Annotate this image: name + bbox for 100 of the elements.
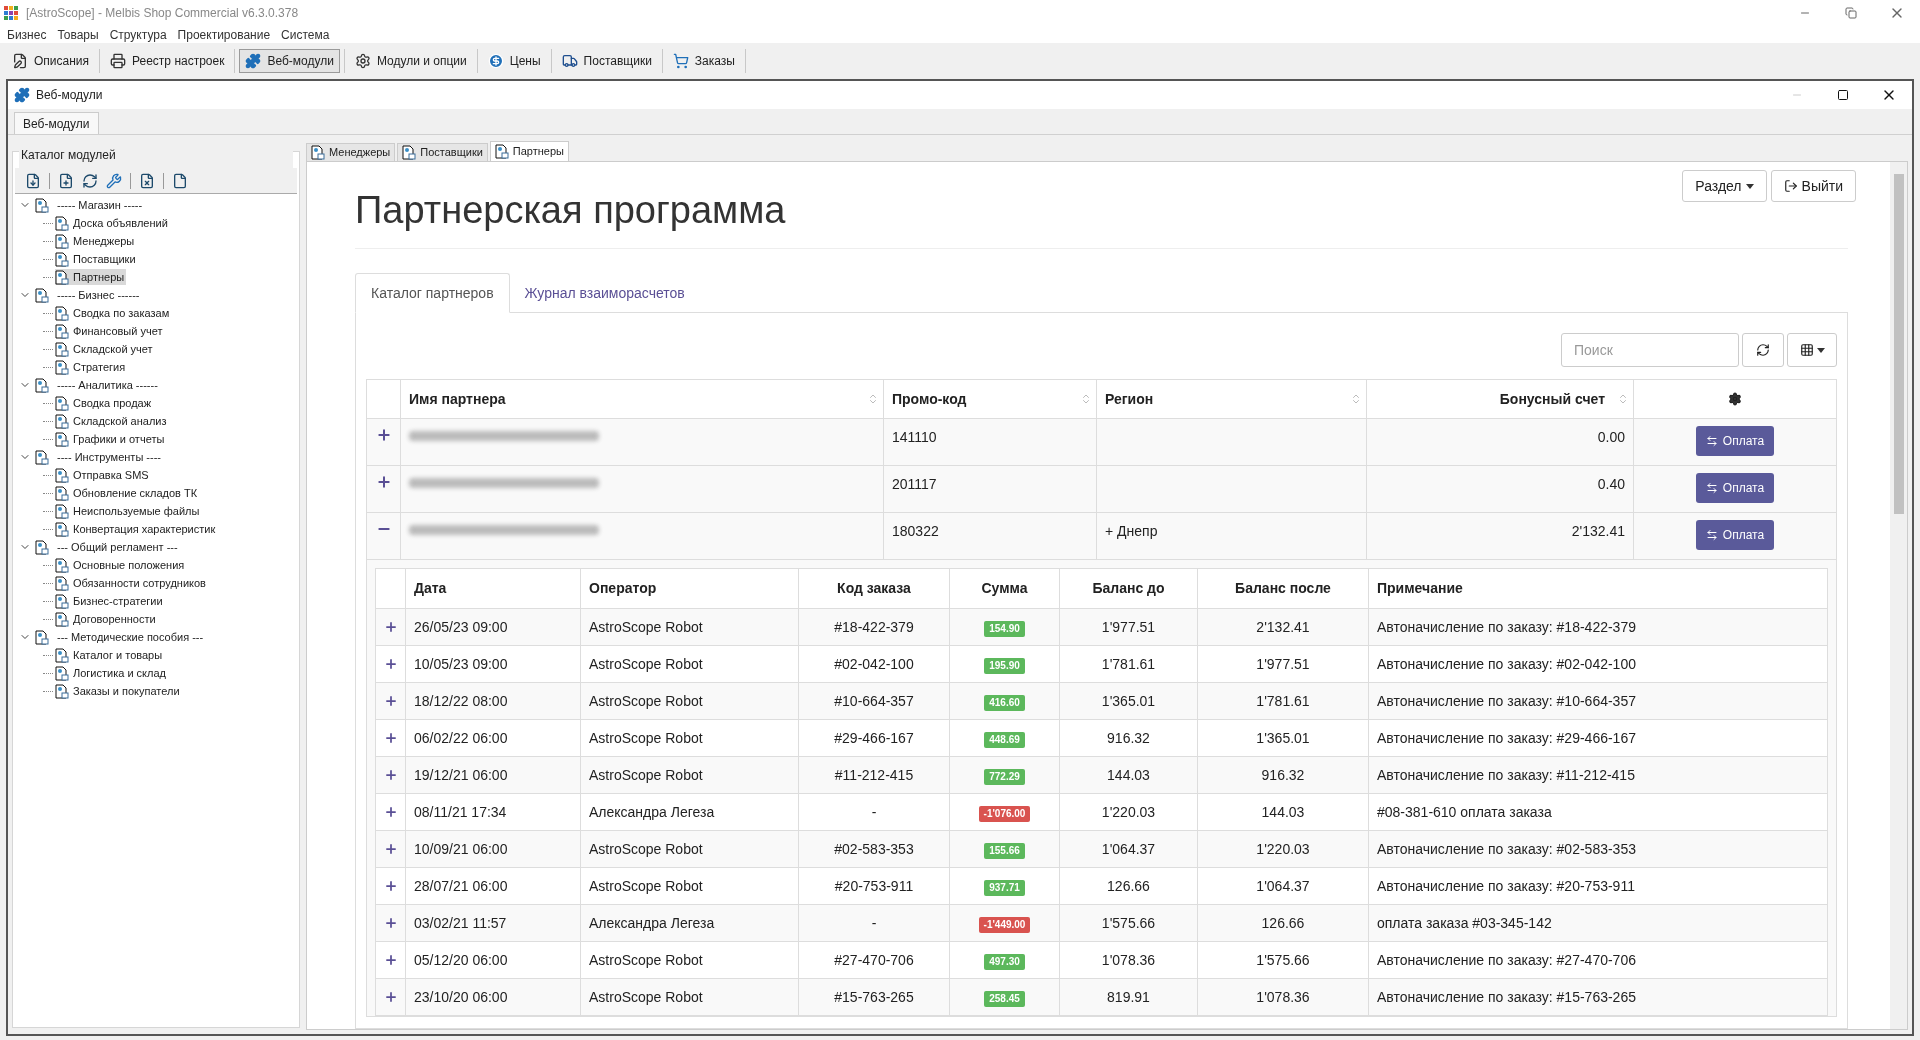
expand-icon[interactable] [383, 916, 398, 930]
tree-item[interactable]: Обязанности сотрудников [55, 574, 208, 592]
refresh-icon[interactable] [82, 172, 98, 189]
document-icon [55, 395, 69, 411]
menu-item[interactable]: Проектирование [177, 25, 271, 44]
column-header: Код заказа [798, 568, 950, 609]
file-plus-icon[interactable] [58, 172, 74, 189]
expand-icon[interactable] [375, 474, 392, 490]
toolbar-button[interactable]: Реестр настроек [104, 49, 231, 73]
search-field[interactable]: Поиск [1561, 333, 1739, 367]
scrollbar[interactable] [1890, 162, 1907, 1029]
refresh-button[interactable] [1742, 333, 1784, 367]
menu-item[interactable]: Бизнес [7, 25, 47, 44]
tree-item[interactable]: Отправка SMS [55, 466, 151, 484]
expand-icon[interactable] [375, 427, 392, 443]
module-tab[interactable]: Партнеры [489, 141, 569, 161]
expand-icon[interactable] [383, 842, 398, 856]
maximize-icon[interactable] [1837, 89, 1849, 101]
menu-item[interactable]: Товары [57, 25, 99, 44]
operator: AstroScope Robot [589, 655, 703, 672]
page-tab[interactable]: Каталог партнеров [355, 273, 510, 313]
page-tab[interactable]: Журнал взаиморасчетов [509, 273, 700, 313]
tree-item[interactable]: Поставщики [55, 250, 138, 268]
wrench-icon[interactable] [106, 172, 122, 189]
expand-icon[interactable] [383, 731, 398, 745]
tree-item[interactable]: Партнеры [55, 268, 127, 286]
section-dropdown-button[interactable]: Раздел [1682, 170, 1767, 202]
column-header[interactable]: Промо-код [883, 379, 1097, 419]
file-down-icon[interactable] [25, 172, 41, 189]
tree-item[interactable]: Договоренности [55, 610, 158, 628]
logout-icon [1783, 179, 1798, 193]
grid-icon [1799, 343, 1814, 357]
window-tab[interactable]: Веб-модули [14, 112, 99, 134]
expand-icon[interactable] [383, 879, 398, 893]
file-delete-icon[interactable] [139, 172, 155, 189]
window-title: [AstroScope] - Melbis Shop Commercial v6.3.0.378 [26, 5, 299, 22]
tree-group[interactable]: ----- Аналитика ------ [57, 376, 158, 394]
expand-icon[interactable] [383, 990, 398, 1004]
tree-item[interactable]: Стратегия [55, 358, 128, 376]
column-header[interactable]: Бонусный счет [1366, 379, 1634, 419]
pay-button[interactable]: Оплата [1695, 520, 1775, 550]
promo-code: 201117 [892, 476, 937, 492]
expand-icon[interactable] [383, 768, 398, 782]
tree-group[interactable]: ---- Инструменты ---- [57, 448, 161, 466]
tree-group[interactable]: ----- Бизнес ------ [57, 286, 140, 304]
tree-item[interactable]: Финансовый учет [55, 322, 165, 340]
tree-group[interactable]: --- Общий регламент --- [57, 538, 178, 556]
toolbar-button[interactable]: Модули и опции [348, 49, 473, 73]
note: #08-381-610 оплата заказа [1377, 803, 1552, 820]
tree-item[interactable]: Каталог и товары [55, 646, 165, 664]
tree-item[interactable]: Графики и отчеты [55, 430, 167, 448]
tree-item[interactable]: Основные положения [55, 556, 187, 574]
tree-item[interactable]: Доска объявлений [55, 214, 170, 232]
document-icon [55, 665, 69, 681]
pay-button[interactable]: Оплата [1695, 473, 1775, 503]
order-code: #15-763-265 [834, 988, 914, 1005]
toolbar-button[interactable]: Описания [6, 49, 96, 73]
module-tab[interactable]: Поставщики [397, 143, 488, 161]
toolbar-button[interactable]: Цены [481, 49, 547, 73]
tree-group[interactable]: ----- Магазин ----- [57, 196, 143, 214]
puzzle-icon [245, 53, 262, 69]
menu-item[interactable]: Система [281, 25, 330, 44]
settings-icon[interactable] [1728, 392, 1742, 406]
tree-item[interactable]: Неиспользуемые файлы [55, 502, 202, 520]
expand-icon[interactable] [383, 657, 398, 671]
tree-item[interactable]: Менеджеры [55, 232, 137, 250]
file-icon[interactable] [172, 172, 188, 189]
order-code: #29-466-167 [834, 729, 914, 746]
tree-item[interactable]: Логистика и склад [55, 664, 168, 682]
tree-item[interactable]: Складской анализ [55, 412, 169, 430]
toolbar-button[interactable]: Поставщики [555, 49, 658, 73]
expand-icon[interactable] [383, 805, 398, 819]
tree-item[interactable]: Конвертация характеристик [55, 520, 218, 538]
tree-item[interactable]: Сводка по заказам [55, 304, 172, 322]
toolbar-button[interactable]: Заказы [666, 49, 741, 73]
columns-button[interactable] [1787, 333, 1837, 367]
balance-before: 1'078.36 [1101, 951, 1156, 968]
exit-button[interactable]: Выйти [1770, 170, 1856, 202]
note: Автоначисление по заказу: #27-470-706 [1377, 951, 1636, 968]
tree-item[interactable]: Складской учет [55, 340, 155, 358]
pay-button[interactable]: Оплата [1695, 426, 1775, 456]
menu-item[interactable]: Структура [109, 25, 167, 44]
column-header[interactable]: Регион [1096, 379, 1367, 419]
expand-icon[interactable] [383, 694, 398, 708]
expand-icon[interactable] [383, 953, 398, 967]
tree-item[interactable]: Бизнес-стратегии [55, 592, 165, 610]
toolbar-button[interactable]: Веб-модули [239, 49, 340, 73]
expand-icon[interactable] [383, 620, 398, 634]
tree-item[interactable]: Сводка продаж [55, 394, 154, 412]
note: Автоначисление по заказу: #15-763-265 [1377, 988, 1636, 1005]
tree-item[interactable]: Заказы и покупатели [55, 682, 182, 700]
order-code: #18-422-379 [834, 618, 914, 635]
document-icon [35, 449, 49, 465]
tree-item[interactable]: Обновление складов ТК [55, 484, 200, 502]
module-tab[interactable]: Менеджеры [306, 143, 396, 161]
balance-before: 819.91 [1107, 988, 1150, 1005]
column-header[interactable]: Имя партнера [400, 379, 884, 419]
tree-group[interactable]: --- Методические пособия --- [57, 628, 204, 646]
restore-icon[interactable] [1845, 7, 1857, 19]
document-icon [55, 683, 69, 699]
